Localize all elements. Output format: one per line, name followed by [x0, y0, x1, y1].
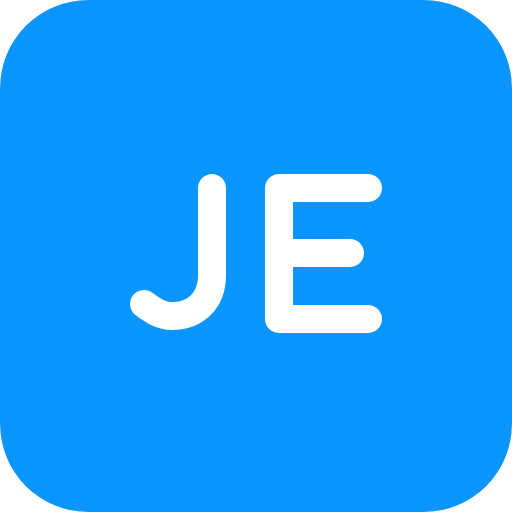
je-monogram-icon: JE: [0, 0, 512, 512]
icon-background: [0, 0, 512, 512]
